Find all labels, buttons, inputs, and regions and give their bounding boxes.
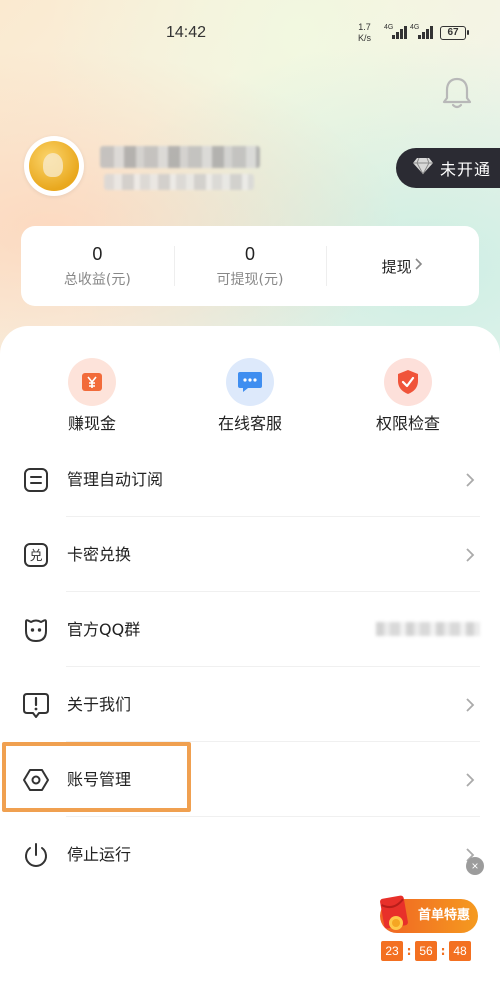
red-envelope-icon <box>378 893 412 933</box>
shield-check-icon <box>384 358 432 406</box>
battery-icon: 67 <box>440 26 469 40</box>
withdrawable-value: 0 <box>245 243 256 264</box>
quick-actions: 赚现金 在线客服 权限检查 <box>0 358 500 438</box>
vip-badge[interactable]: 未开通 <box>396 148 500 188</box>
withdrawable-label: 可提现(元) <box>216 271 284 288</box>
close-icon[interactable]: × <box>466 857 484 875</box>
menu-item-label: 管理自动订阅 <box>67 470 164 489</box>
signal-icon-2: 4G <box>410 24 438 40</box>
menu-item-stop-running[interactable]: 停止运行 <box>0 817 500 892</box>
menu-item-official-qq-group[interactable]: 官方QQ群 <box>0 592 500 667</box>
quick-action-label: 在线客服 <box>217 414 282 433</box>
total-earnings[interactable]: 0 总收益(元) <box>21 226 174 306</box>
menu-item-label: 卡密兑换 <box>67 545 132 564</box>
qq-icon <box>22 616 50 644</box>
user-id-blurred <box>104 174 254 190</box>
chevron-right-icon <box>464 697 476 713</box>
menu-item-card-redeem[interactable]: 兑 卡密兑换 <box>0 517 500 592</box>
signal-icon: 4G <box>384 24 412 40</box>
svg-text:兑: 兑 <box>29 549 42 564</box>
network-speed-unit: K/s <box>358 33 372 43</box>
chat-bubble-icon <box>226 358 274 406</box>
status-time: 14:42 <box>166 24 207 41</box>
menu-item-label: 停止运行 <box>67 845 132 864</box>
withdrawable-balance[interactable]: 0 可提现(元) <box>173 226 327 306</box>
chevron-right-icon <box>464 547 476 563</box>
chevron-right-icon <box>414 257 424 275</box>
vip-status-label: 未开通 <box>440 160 492 179</box>
network-speed: 1.7 K/s <box>358 22 371 44</box>
timer-seconds: 48 <box>449 941 471 961</box>
withdraw-button[interactable]: 提现 <box>326 226 479 306</box>
subscription-icon <box>22 466 50 494</box>
withdraw-label: 提现 <box>381 257 412 276</box>
menu-item-label: 关于我们 <box>67 695 132 714</box>
promo-first-order[interactable]: 首单特惠 23 : 56 : 48 <box>378 895 478 967</box>
network-speed-value: 1.7 <box>358 22 371 32</box>
chevron-right-icon <box>464 472 476 488</box>
total-earnings-value: 0 <box>92 243 103 264</box>
menu-item-auto-subscription[interactable]: 管理自动订阅 <box>0 442 500 517</box>
menu-item-label: 官方QQ群 <box>67 620 141 639</box>
quick-action-earn-cash[interactable]: 赚现金 <box>32 358 152 434</box>
promo-label: 首单特惠 <box>418 908 471 923</box>
timer-hours: 23 <box>381 941 403 961</box>
countdown-timer: 23 : 56 : 48 <box>381 941 471 961</box>
earnings-card: 0 总收益(元) 0 可提现(元) 提现 <box>21 226 479 306</box>
redeem-icon: 兑 <box>22 541 50 569</box>
chevron-right-icon <box>464 772 476 788</box>
timer-minutes: 56 <box>415 941 437 961</box>
username-blurred <box>100 146 260 168</box>
power-icon <box>22 841 50 869</box>
quick-action-permission-check[interactable]: 权限检查 <box>348 358 468 434</box>
quick-action-label: 赚现金 <box>67 414 116 433</box>
highlight-box <box>2 742 191 812</box>
info-exclamation-icon <box>22 691 50 719</box>
diamond-icon <box>412 157 434 179</box>
bell-icon[interactable] <box>440 75 474 111</box>
avatar[interactable] <box>24 136 84 196</box>
total-earnings-label: 总收益(元) <box>63 271 131 288</box>
status-bar: 14:42 1.7 K/s 4G 4G 67 <box>0 0 500 70</box>
quick-action-online-support[interactable]: 在线客服 <box>190 358 310 434</box>
menu-item-about-us[interactable]: 关于我们 <box>0 667 500 742</box>
quick-action-label: 权限检查 <box>375 414 440 433</box>
qq-group-number-blurred <box>376 622 480 636</box>
yen-icon <box>68 358 116 406</box>
